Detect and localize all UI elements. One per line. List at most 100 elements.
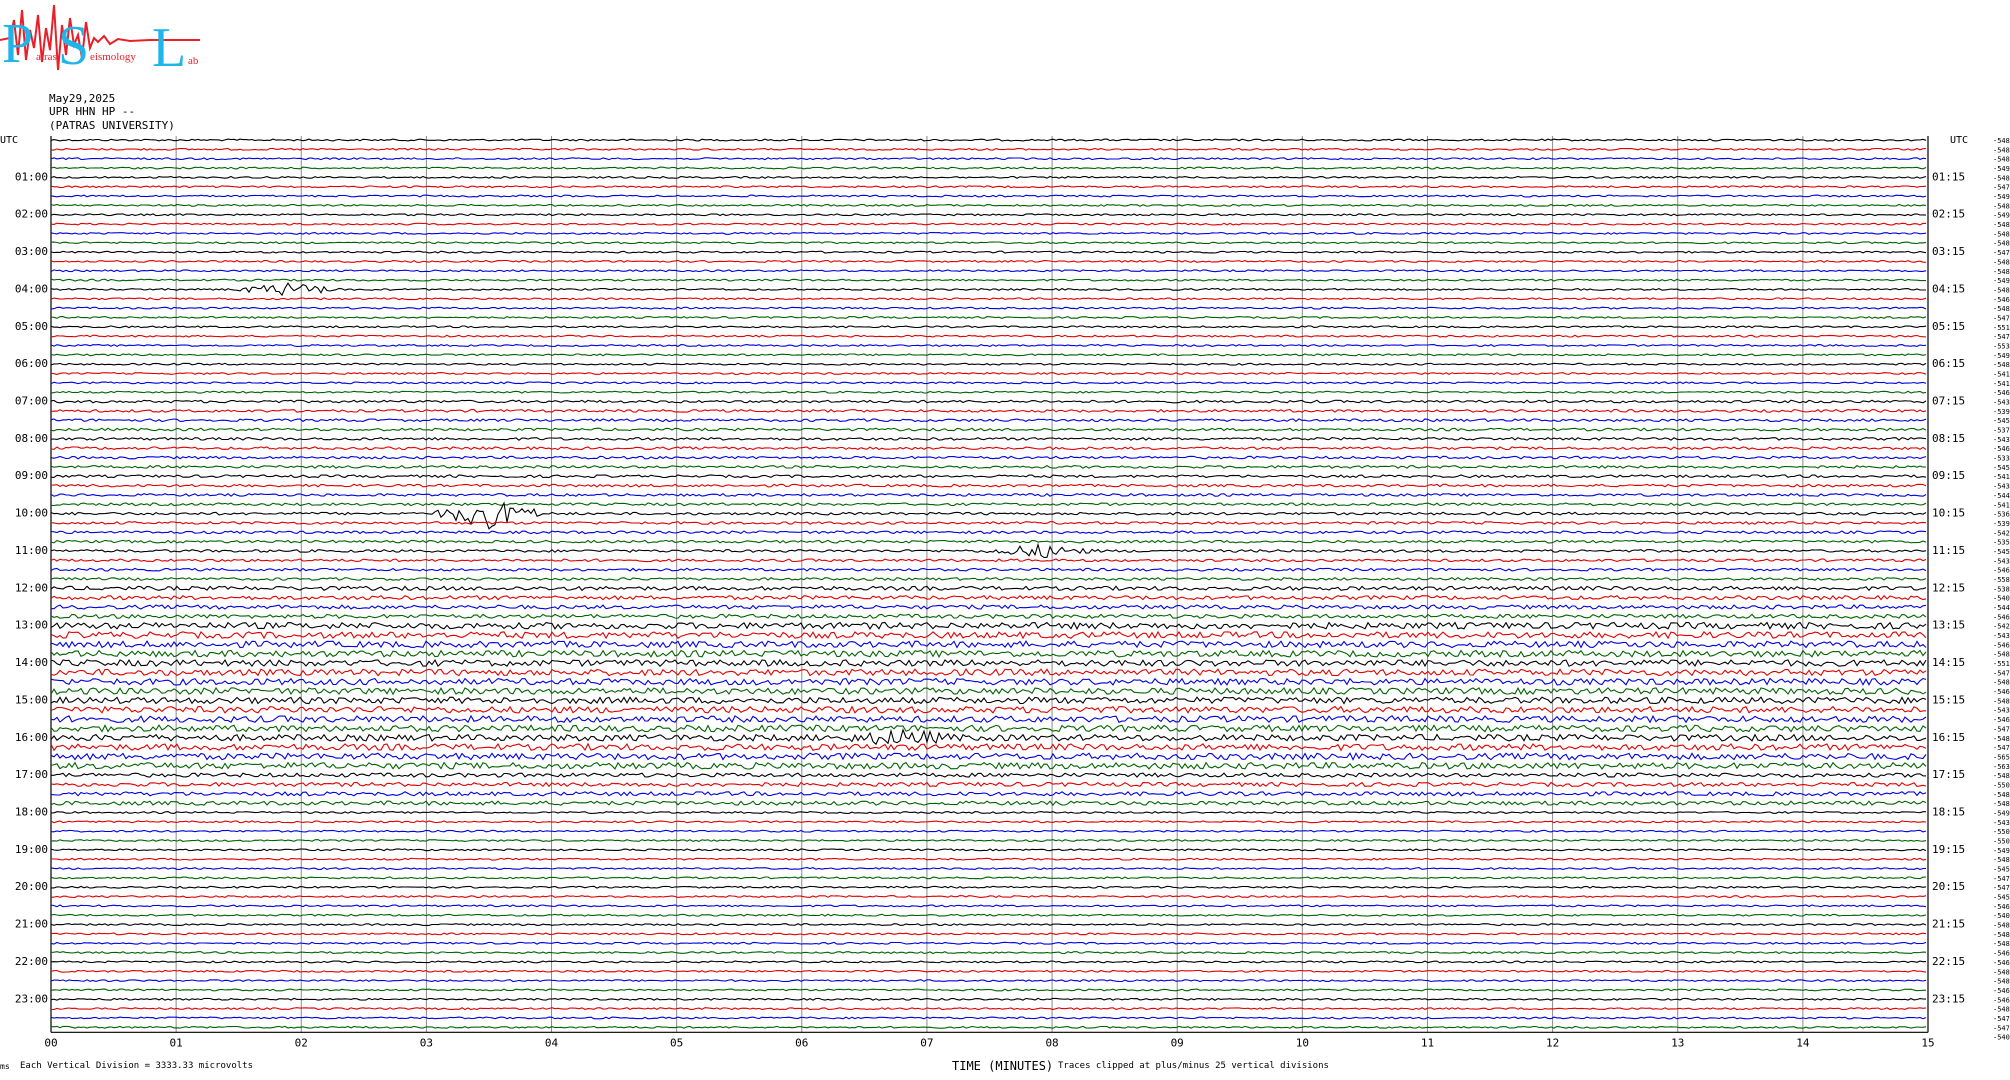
trace-offset-label: -5484 [1993, 940, 2010, 948]
seismic-trace [50, 213, 1927, 217]
hour-tick-label-right: 08:15 [1932, 432, 1965, 445]
minute-tick-label: 02 [295, 1036, 308, 1049]
hour-tick-label-left: 23:00 [15, 992, 48, 1005]
hour-tick-label-left: 06:00 [15, 357, 48, 370]
corner-mark: ms [0, 1062, 10, 1071]
trace-offset-label: -5465 [1993, 688, 2010, 696]
trace-offset-label: -5501 [1993, 781, 2010, 789]
seismic-trace [50, 895, 1927, 899]
trace-offset-label: -5490 [1993, 847, 2010, 855]
seismic-trace [50, 325, 1927, 329]
trace-offset-label: -5482 [1993, 221, 2010, 229]
seismic-trace [50, 724, 1927, 733]
seismic-trace [50, 979, 1927, 983]
seismic-trace [50, 997, 1927, 1001]
minute-tick-label: 13 [1671, 1036, 1684, 1049]
trace-offset-label: -5539 [1993, 342, 2010, 350]
seismic-trace [50, 640, 1927, 649]
trace-offset-label: -5423 [1993, 529, 2010, 537]
hour-tick-label-left: 09:00 [15, 469, 48, 482]
hour-tick-label-right: 04:15 [1932, 282, 1965, 295]
trace-offset-label: -5475 [1993, 744, 2010, 752]
seismic-trace [50, 343, 1927, 348]
trace-offset-label: -5460 [1993, 959, 2010, 967]
trace-offset-label: -5350 [1993, 539, 2010, 547]
hour-tick-label-right: 17:15 [1932, 768, 1965, 781]
seismic-trace [50, 334, 1927, 338]
seismic-trace [51, 772, 1927, 778]
trace-offset-label: -5485 [1993, 772, 2010, 780]
seismic-trace [50, 904, 1927, 908]
hour-tick-label-right: 01:15 [1932, 170, 1965, 183]
trace-offset-label: -5487 [1993, 202, 2010, 210]
seismic-trace [50, 800, 1927, 806]
seismic-trace [50, 630, 1927, 640]
seismic-trace [50, 175, 1927, 179]
seismic-trace [50, 222, 1927, 226]
trace-offset-label: -5466 [1993, 996, 2010, 1004]
minute-tick-label: 06 [795, 1036, 808, 1049]
seismic-trace [50, 668, 1927, 677]
hour-tick-label-left: 19:00 [15, 843, 48, 856]
seismic-trace [50, 951, 1927, 955]
seismic-trace [50, 521, 1927, 525]
hour-tick-label-right: 22:15 [1932, 955, 1965, 968]
seismic-trace [50, 696, 1927, 705]
hour-tick-label-right: 14:15 [1932, 656, 1965, 669]
trace-offset-label: -5413 [1993, 380, 2010, 388]
trace-offset-label: -5514 [1993, 660, 2010, 668]
hour-tick-label-right: 23:15 [1932, 992, 1965, 1005]
trace-offset-label: -5476 [1993, 884, 2010, 892]
hour-tick-label-left: 21:00 [15, 918, 48, 931]
trace-offset-label: -5403 [1993, 912, 2010, 920]
seismic-trace [50, 455, 1927, 460]
trace-offset-label: -5427 [1993, 623, 2010, 631]
minute-tick-label: 04 [545, 1036, 559, 1049]
hour-tick-label-right: 11:15 [1932, 544, 1965, 557]
trace-offset-label: -5486 [1993, 697, 2010, 705]
seismic-trace [50, 194, 1927, 198]
seismic-trace [50, 567, 1927, 572]
seismic-trace [50, 838, 1927, 843]
vertical-division-note: Each Vertical Division = 3333.33 microvo… [20, 1061, 253, 1071]
trace-offset-label: -5484 [1993, 800, 2010, 808]
trace-offset-label: -5480 [1993, 922, 2010, 930]
seismic-trace [50, 577, 1927, 581]
seismic-trace [50, 649, 1927, 659]
trace-offset-label: -5467 [1993, 296, 2010, 304]
seismic-trace [50, 913, 1927, 917]
seismic-trace [50, 829, 1927, 833]
minute-tick-label: 00 [44, 1036, 57, 1049]
trace-offset-label: -5485 [1993, 240, 2010, 248]
seismic-trace [50, 278, 1927, 282]
hour-tick-label-left: 20:00 [15, 880, 48, 893]
trace-offset-label: -5479 [1993, 669, 2010, 677]
trace-offset-label: -5472 [1993, 1015, 2010, 1023]
seismic-trace [50, 876, 1927, 880]
minute-tick-label: 01 [170, 1036, 183, 1049]
trace-offset-label: -5485 [1993, 1006, 2010, 1014]
hour-tick-label-left: 15:00 [15, 693, 48, 706]
hour-tick-label-left: 22:00 [15, 955, 48, 968]
hour-tick-label-right: 19:15 [1932, 843, 1965, 856]
trace-offset-label: -5403 [1993, 1034, 2010, 1042]
minute-tick-label: 14 [1796, 1036, 1810, 1049]
seismic-trace [50, 988, 1927, 992]
seismic-trace [50, 138, 1927, 142]
trace-offset-label: -5468 [1993, 389, 2010, 397]
trace-offset-label: -5398 [1993, 520, 2010, 528]
seismic-trace [50, 866, 1927, 871]
seismic-trace [50, 315, 1927, 320]
trace-offset-label: -5479 [1993, 725, 2010, 733]
trace-offset-label: -5481 [1993, 679, 2010, 687]
seismic-trace [50, 539, 1927, 544]
seismic-trace [50, 761, 1927, 770]
trace-offset-label: -5492 [1993, 165, 2010, 173]
trace-offset-label: -5331 [1993, 455, 2010, 463]
hour-tick-label-right: 05:15 [1932, 320, 1965, 333]
trace-offset-label: -5487 [1993, 735, 2010, 743]
seismic-trace [50, 492, 1927, 497]
seismic-trace [50, 810, 1926, 815]
utc-label-right: UTC [1950, 135, 1968, 146]
hour-tick-label-right: 06:15 [1932, 357, 1965, 370]
